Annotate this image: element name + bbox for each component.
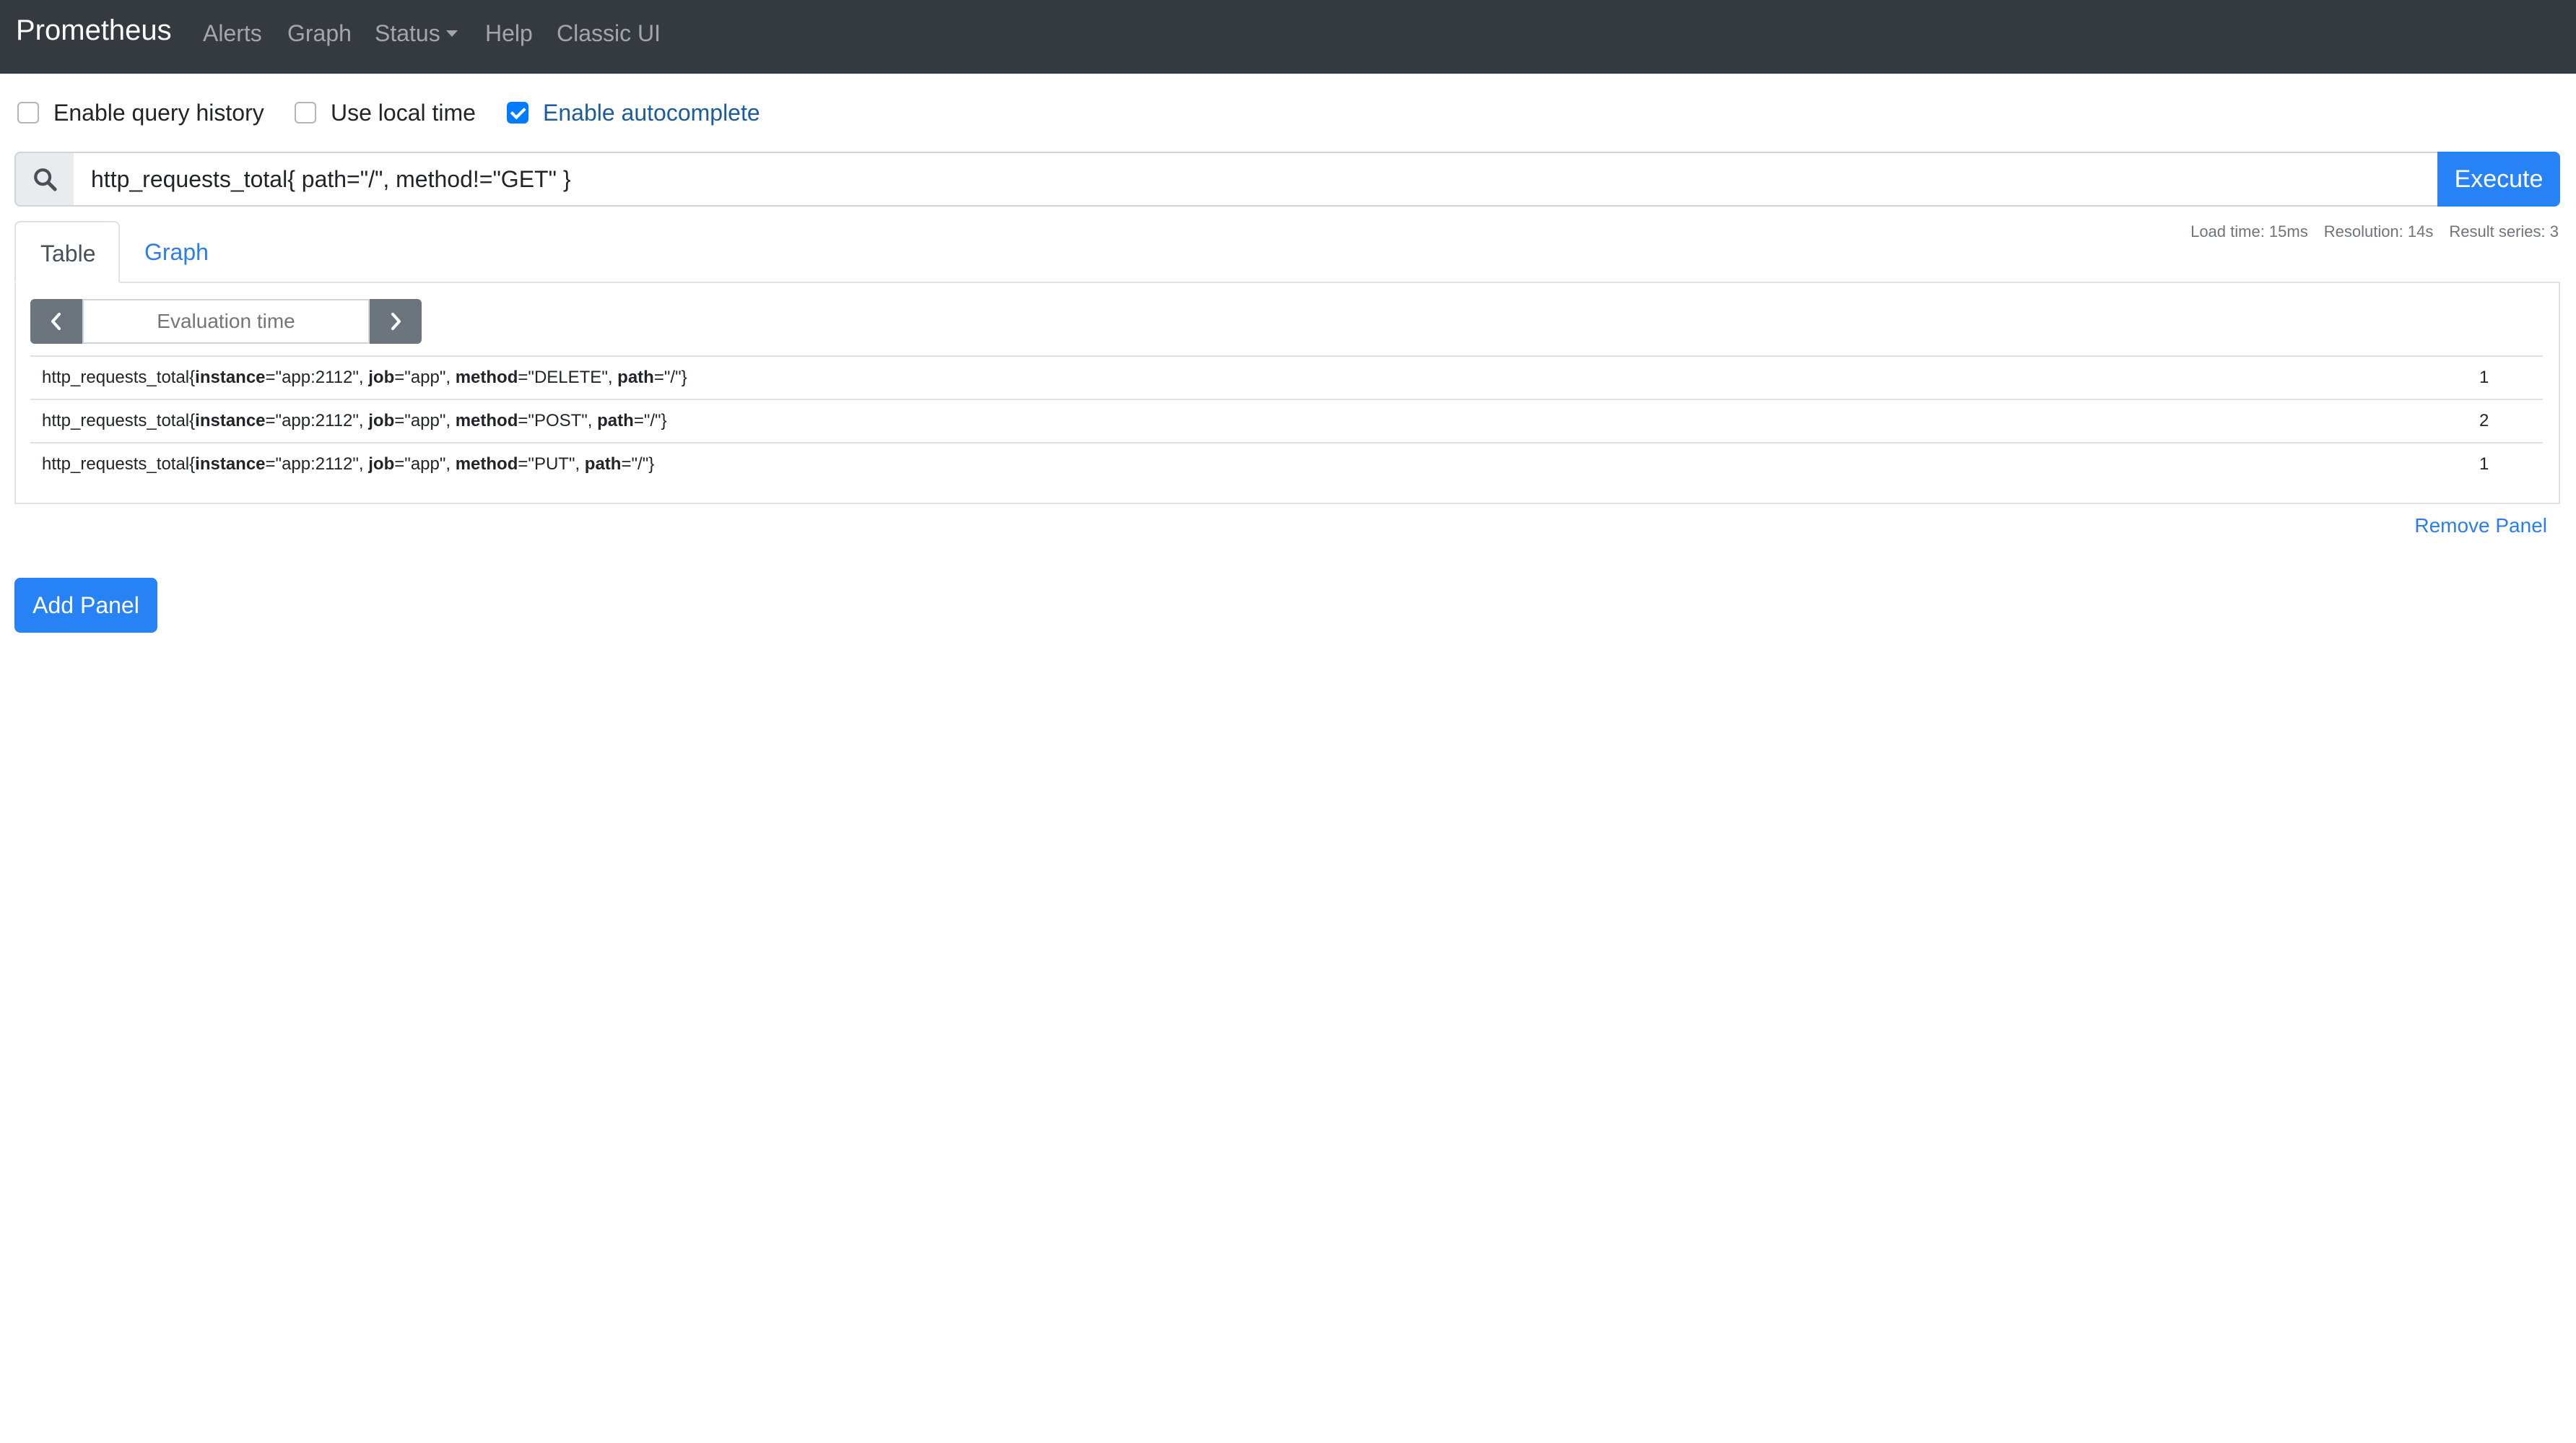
expression-input[interactable] [74, 152, 2439, 207]
local-time-option[interactable]: Use local time [295, 98, 476, 127]
add-panel-button[interactable]: Add Panel [14, 578, 157, 633]
search-icon [34, 168, 57, 191]
series-label: http_requests_total{instance="app:2112",… [42, 454, 655, 474]
eval-time-next-button[interactable] [370, 299, 422, 344]
execute-button[interactable]: Execute [2437, 152, 2560, 207]
table-row: http_requests_total{instance="app:2112",… [30, 399, 2543, 442]
table-row: http_requests_total{instance="app:2112",… [30, 355, 2543, 399]
series-value: 2 [2479, 411, 2489, 430]
evaluation-time-input[interactable] [82, 299, 370, 344]
brand-logo[interactable]: Prometheus [16, 13, 172, 48]
series-value: 1 [2479, 454, 2489, 474]
chevron-left-icon [51, 313, 61, 330]
series-value: 1 [2479, 368, 2489, 387]
results-table: http_requests_total{instance="app:2112",… [30, 355, 2543, 485]
load-time: Load time: 15ms [2190, 222, 2308, 240]
query-stats: Load time: 15ms Resolution: 14s Result ser… [2175, 222, 2559, 241]
query-history-checkbox[interactable] [17, 102, 39, 124]
query-history-label: Enable query history [53, 100, 264, 126]
nav-status-dropdown[interactable]: Status [375, 17, 458, 49]
nav-alerts[interactable]: Alerts [203, 17, 262, 49]
table-panel: http_requests_total{instance="app:2112",… [14, 282, 2560, 504]
nav-classic-ui[interactable]: Classic UI [557, 17, 661, 49]
series-label: http_requests_total{instance="app:2112",… [42, 368, 687, 387]
series-label: http_requests_total{instance="app:2112",… [42, 411, 667, 430]
chevron-right-icon [391, 313, 401, 330]
nav-status-label: Status [375, 20, 440, 46]
result-series-count: Result series: 3 [2449, 222, 2559, 240]
top-navbar: Prometheus Alerts Graph Status Help Clas… [0, 0, 2576, 74]
local-time-label: Use local time [331, 100, 476, 126]
caret-down-icon [445, 30, 458, 37]
nav-graph[interactable]: Graph [287, 17, 352, 49]
remove-panel-link[interactable]: Remove Panel [2414, 514, 2547, 537]
autocomplete-label: Enable autocomplete [543, 100, 760, 126]
table-row: http_requests_total{instance="app:2112",… [30, 442, 2543, 485]
tab-graph[interactable]: Graph [120, 221, 233, 283]
nav-help[interactable]: Help [485, 17, 533, 49]
autocomplete-option[interactable]: Enable autocomplete [507, 98, 760, 127]
autocomplete-checkbox[interactable] [507, 102, 528, 124]
local-time-checkbox[interactable] [295, 102, 316, 124]
resolution: Resolution: 14s [2323, 222, 2434, 240]
search-addon [14, 152, 75, 207]
eval-time-prev-button[interactable] [30, 299, 82, 344]
query-history-option[interactable]: Enable query history [17, 98, 264, 127]
tab-table[interactable]: Table [14, 221, 120, 283]
